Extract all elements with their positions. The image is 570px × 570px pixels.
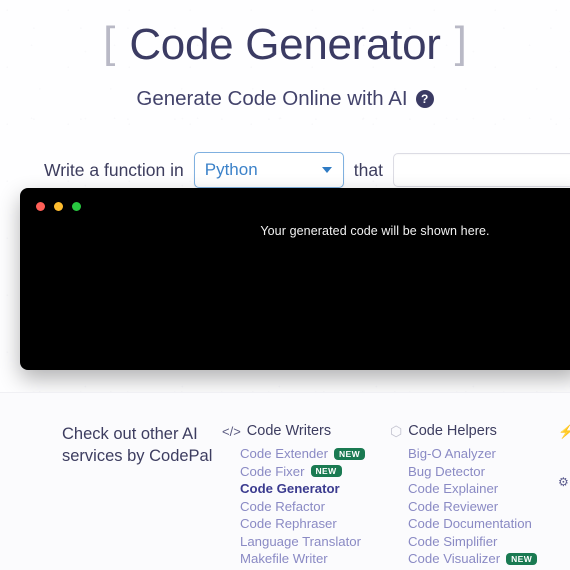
- maximize-dot-icon[interactable]: [72, 202, 81, 211]
- form-label-prefix: Write a function in: [44, 159, 184, 180]
- footer-column-code-helpers: ⬡ Code Helpers Big-O Analyzer Bug Detect…: [390, 423, 558, 570]
- form-label-suffix: that: [353, 159, 383, 180]
- footer-column-heading: ⚙ D: [558, 474, 570, 490]
- footer-promo-line1: Check out other AI: [62, 425, 198, 443]
- subtitle-row: Generate Code Online with AI ?: [0, 87, 570, 111]
- footer-link[interactable]: Code Fixer: [240, 464, 305, 479]
- footer-column-heading: ⚡ Su: [558, 423, 570, 439]
- footer-link[interactable]: Big-O Analyzer: [408, 446, 496, 461]
- footer-column-truncated: ⚡ Su Rub ⚙ D CI/C: [558, 423, 570, 570]
- hero-section: [ Code Generator ] Generate Code Online …: [0, 0, 570, 111]
- footer-link-list: Big-O Analyzer Bug Detector Code Explain…: [390, 446, 542, 570]
- list-item: Code Fixer NEW: [240, 464, 374, 479]
- language-select[interactable]: Python: [193, 152, 344, 188]
- footer-link[interactable]: Code Reviewer: [408, 499, 498, 514]
- gears-icon: ⚙: [558, 474, 569, 489]
- lightning-bolt-icon: ⚡: [558, 425, 570, 438]
- list-item: Code Reviewer: [408, 499, 542, 514]
- list-item: Code Documentation: [408, 516, 542, 531]
- list-item: Big-O Analyzer: [408, 446, 542, 461]
- list-item: Code Explainer: [408, 481, 542, 496]
- bracket-right: ]: [454, 18, 467, 67]
- list-item: Code Generator: [240, 481, 374, 496]
- list-item: Code Rephraser: [240, 516, 374, 531]
- list-item: Bug Detector: [408, 464, 542, 479]
- footer-link[interactable]: Language Translator: [240, 534, 361, 549]
- list-item: Code Visualizer NEW: [408, 551, 542, 566]
- help-icon[interactable]: ?: [415, 90, 434, 108]
- code-placeholder-text: Your generated code will be shown here.: [260, 224, 490, 238]
- window-controls: [36, 202, 81, 211]
- chevron-down-icon: [321, 167, 332, 173]
- prompt-form-row: Write a function in Python that: [0, 152, 570, 188]
- footer-column-title: Code Helpers: [408, 423, 497, 439]
- page-subtitle: Generate Code Online with AI: [136, 87, 408, 110]
- list-item: Language Translator: [240, 534, 374, 549]
- prompt-input[interactable]: [392, 153, 570, 187]
- footer-promo-line2: services by CodePal: [62, 447, 213, 466]
- footer-link-list: CI/C Doc Kub Ter: [558, 497, 570, 565]
- list-item: Code Extender NEW: [240, 446, 374, 461]
- footer-link[interactable]: Code Explainer: [408, 481, 498, 496]
- footer-promo: Check out other AI services by CodePal: [62, 423, 222, 570]
- footer-column-title: Code Writers: [246, 423, 332, 439]
- footer-link[interactable]: Code Rephraser: [240, 516, 337, 531]
- list-item: Makefile Writer: [240, 551, 374, 566]
- list-item: Code Refactor: [240, 499, 374, 514]
- hexagon-icon: ⬡: [390, 423, 403, 439]
- status-badge: NEW: [310, 465, 342, 477]
- footer-section: Check out other AI services by CodePal <…: [0, 392, 570, 570]
- footer-column-heading: </> Code Writers: [222, 423, 374, 439]
- list-item: Code Simplifier: [408, 534, 542, 549]
- close-dot-icon[interactable]: [36, 202, 45, 211]
- footer-link-list: Rub: [558, 446, 570, 461]
- status-badge: NEW: [506, 552, 538, 565]
- page-root: [ Code Generator ] Generate Code Online …: [0, 0, 570, 570]
- code-brackets-icon: </>: [222, 423, 241, 439]
- page-title: Code Generator: [129, 20, 441, 69]
- footer-link[interactable]: Makefile Writer: [240, 551, 328, 566]
- minimize-dot-icon[interactable]: [54, 202, 63, 211]
- footer-column-code-writers: </> Code Writers Code Extender NEW Code …: [222, 423, 390, 570]
- language-select-value: Python: [204, 160, 258, 179]
- generated-code-panel: Your generated code will be shown here.: [20, 188, 570, 370]
- footer-link-list: Code Extender NEW Code Fixer NEW Code Ge…: [222, 446, 374, 570]
- footer-link[interactable]: Code Refactor: [240, 499, 325, 514]
- bracket-left: [: [103, 18, 116, 67]
- footer-column-heading: ⬡ Code Helpers: [390, 423, 542, 439]
- footer-link-active[interactable]: Code Generator: [240, 481, 340, 496]
- footer-link[interactable]: Code Extender: [240, 446, 328, 461]
- status-badge: NEW: [333, 447, 366, 460]
- footer-link[interactable]: Code Simplifier: [408, 534, 497, 549]
- footer-link[interactable]: Code Documentation: [408, 516, 532, 531]
- footer-link[interactable]: Code Visualizer: [408, 551, 500, 566]
- page-title-row: [ Code Generator ]: [0, 17, 570, 73]
- footer-link[interactable]: Bug Detector: [408, 464, 485, 479]
